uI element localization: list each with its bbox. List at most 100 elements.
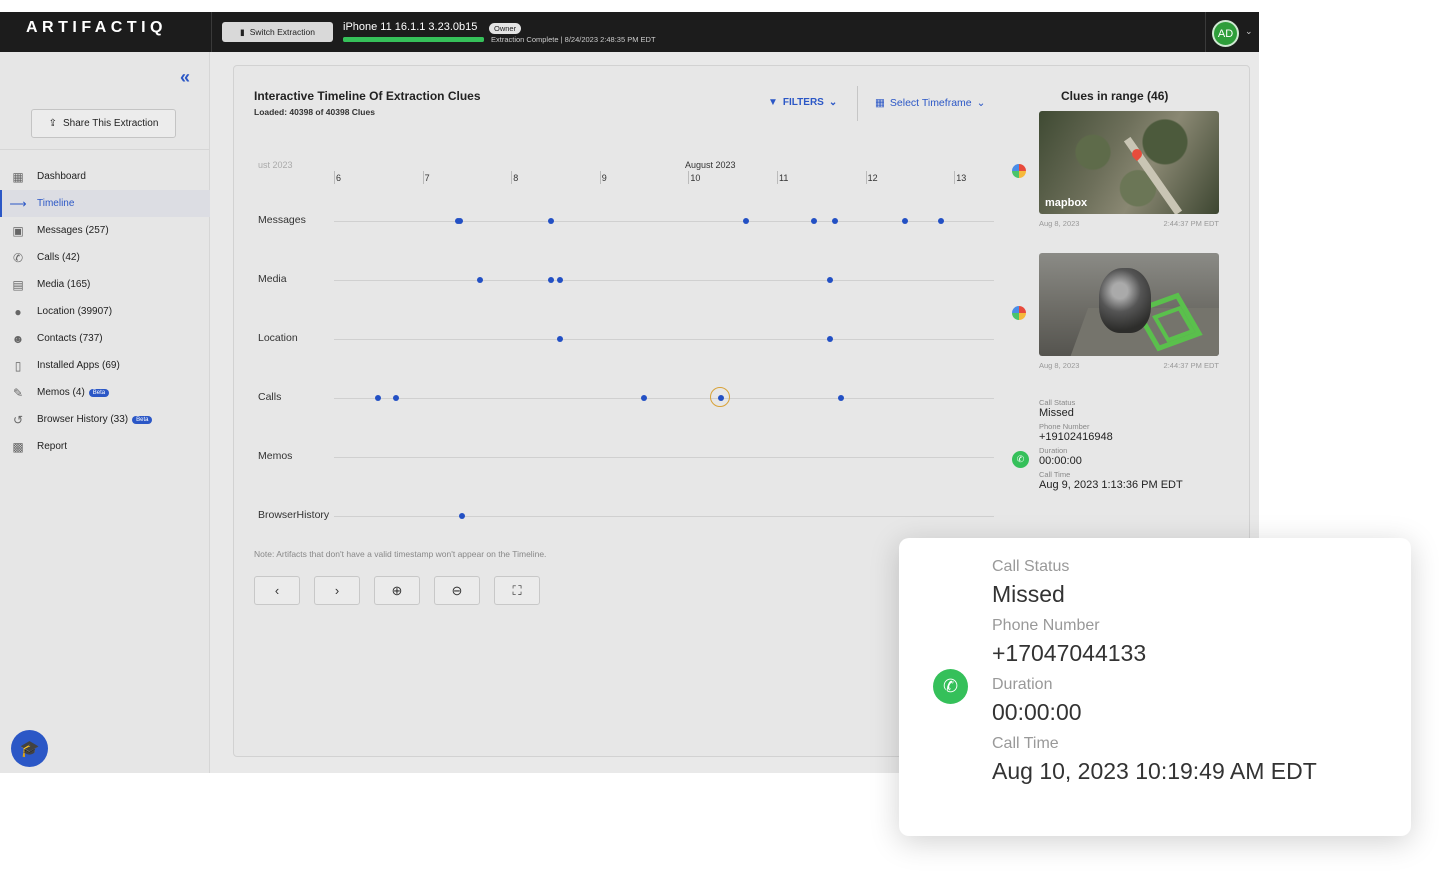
collapse-sidebar-icon[interactable]: « bbox=[180, 67, 190, 88]
timeline-point[interactable] bbox=[837, 395, 844, 401]
share-label: Share This Extraction bbox=[62, 118, 159, 129]
timeline-point[interactable] bbox=[742, 218, 749, 224]
timeline-point[interactable] bbox=[456, 218, 463, 224]
clue-time: 2:44:37 PM EDT bbox=[1163, 219, 1219, 228]
timeline-point[interactable] bbox=[393, 395, 400, 401]
timeline-point[interactable] bbox=[375, 395, 382, 401]
clue-date: Aug 8, 2023 bbox=[1039, 361, 1080, 370]
timeline-point[interactable] bbox=[548, 218, 555, 224]
panel-title: Interactive Timeline Of Extraction Clues bbox=[254, 89, 481, 103]
divider bbox=[0, 149, 210, 150]
row-label: Memos bbox=[258, 450, 293, 462]
sidebar-item-label: Timeline bbox=[37, 198, 75, 209]
switch-extraction-button[interactable]: ▮ Switch Extraction bbox=[222, 22, 333, 42]
owner-badge: Owner bbox=[489, 23, 522, 34]
axis-tick-label: 9 bbox=[601, 173, 607, 183]
zoom-out-button[interactable]: ⊖ bbox=[434, 576, 480, 605]
zoom-in-button[interactable]: ⊕ bbox=[374, 576, 420, 605]
row-label: BrowserHistory bbox=[258, 509, 330, 521]
row-label: Location bbox=[258, 332, 298, 344]
axis-tick-label: 11 bbox=[779, 173, 789, 183]
divider bbox=[211, 12, 212, 52]
row-line bbox=[334, 221, 994, 222]
sidebar-item-label: Report bbox=[37, 441, 68, 452]
fullscreen-button[interactable]: ⛶ bbox=[494, 576, 540, 605]
timeline-point[interactable] bbox=[556, 336, 563, 342]
timeline-point[interactable] bbox=[831, 218, 838, 224]
extraction-status: Extraction Complete | 8/24/2023 2:48:35 … bbox=[491, 35, 656, 44]
person-icon: ☻ bbox=[11, 331, 25, 346]
select-timeframe-button[interactable]: ▦ Select Timeframe ⌄ bbox=[875, 97, 985, 109]
timeline-point[interactable] bbox=[902, 218, 909, 224]
sidebar-item-label: Media (165) bbox=[37, 279, 91, 290]
sidebar-item-installed[interactable]: ▯ Installed Apps (69) bbox=[0, 352, 210, 379]
progress-fill bbox=[343, 37, 484, 42]
report-icon: ▩ bbox=[12, 439, 24, 454]
chevron-right-icon: › bbox=[334, 583, 340, 598]
phone-icon: ✆ bbox=[933, 669, 968, 704]
clue-photo-thumbnail[interactable] bbox=[1039, 253, 1219, 356]
next-button[interactable]: › bbox=[314, 576, 360, 605]
timeline-point[interactable] bbox=[556, 277, 563, 283]
mobile-icon: ▯ bbox=[14, 358, 22, 373]
call-status-label: Call Status bbox=[992, 558, 1070, 575]
sidebar-item-memos[interactable]: ✎ Memos (4) Beta bbox=[0, 379, 210, 406]
zoom-out-icon: ⊖ bbox=[451, 582, 463, 598]
extraction-progress-bar bbox=[343, 37, 484, 42]
pin-icon: ● bbox=[14, 304, 22, 319]
timeline-point[interactable] bbox=[548, 277, 555, 283]
timeline-chart[interactable]: ust 2023 August 2023 6 7 8 9 10 11 12 13 Message… bbox=[254, 151, 999, 531]
chevron-down-icon[interactable]: ⌄ bbox=[1245, 26, 1253, 37]
call-clue-card[interactable]: Call Status Missed Phone Number +1910241… bbox=[1039, 396, 1239, 494]
axis-tick bbox=[334, 171, 335, 184]
top-bar: ARTIFACTIQ ▮ Switch Extraction iPhone 11… bbox=[0, 12, 1259, 52]
sidebar-item-media[interactable]: ▤ Media (165) bbox=[0, 271, 210, 298]
sidebar-item-label: Messages (257) bbox=[37, 225, 109, 236]
clue-map-thumbnail[interactable]: mapbox bbox=[1039, 111, 1219, 214]
axis-tick bbox=[954, 171, 956, 184]
axis-tick bbox=[599, 171, 601, 184]
axis-tick-label: 7 bbox=[424, 173, 430, 183]
sidebar-item-report[interactable]: ▩ Report bbox=[0, 433, 210, 460]
sidebar-item-messages[interactable]: ▣ Messages (257) bbox=[0, 217, 210, 244]
loaded-count: Loaded: 40398 of 40398 Clues bbox=[254, 107, 375, 117]
timeline-point[interactable] bbox=[827, 277, 834, 283]
duration-label: Duration bbox=[1039, 446, 1068, 455]
photo-object bbox=[1099, 268, 1151, 333]
app-logo: ARTIFACTIQ bbox=[26, 19, 167, 36]
clues-in-range-title: Clues in range (46) bbox=[1061, 89, 1169, 103]
share-extraction-button[interactable]: ⇪ Share This Extraction bbox=[31, 109, 176, 138]
duration-value: 00:00:00 bbox=[1039, 455, 1082, 467]
filters-label: FILTERS bbox=[782, 97, 824, 108]
clue-date: Aug 8, 2023 bbox=[1039, 219, 1080, 228]
phone-number-label: Phone Number bbox=[992, 617, 1100, 634]
row-label: Calls bbox=[258, 391, 282, 403]
sidebar-item-timeline[interactable]: ⟶ Timeline bbox=[0, 190, 210, 217]
beta-badge: Beta bbox=[132, 415, 153, 424]
sidebar-item-location[interactable]: ● Location (39907) bbox=[0, 298, 210, 325]
map-road bbox=[1123, 136, 1183, 214]
call-status-label: Call Status bbox=[1039, 398, 1076, 407]
timeline-point[interactable] bbox=[827, 336, 834, 342]
chevron-left-icon: ‹ bbox=[274, 583, 280, 598]
sidebar-item-calls[interactable]: ✆ Calls (42) bbox=[0, 244, 210, 271]
timeline-point[interactable] bbox=[710, 387, 731, 407]
sidebar-item-contacts[interactable]: ☻ Contacts (737) bbox=[0, 325, 210, 352]
timeline-point[interactable] bbox=[937, 218, 944, 224]
filters-button[interactable]: ▼ FILTERS ⌄ bbox=[768, 97, 837, 108]
timeline-point[interactable] bbox=[811, 218, 818, 224]
sidebar-item-dashboard[interactable]: ▦ Dashboard bbox=[0, 163, 210, 190]
sidebar-item-browser[interactable]: ↺ Browser History (33) Beta bbox=[0, 406, 210, 433]
memo-icon: ✎ bbox=[12, 385, 24, 400]
user-avatar[interactable]: AD bbox=[1212, 20, 1239, 47]
timeline-point[interactable] bbox=[477, 277, 484, 283]
call-time-value: Aug 10, 2023 10:19:49 AM EDT bbox=[992, 758, 1317, 784]
call-detail-popup: ✆ Call Status Missed Phone Number +17047… bbox=[899, 538, 1411, 836]
timeline-point[interactable] bbox=[641, 395, 648, 401]
call-status-value: Missed bbox=[992, 581, 1065, 607]
row-label: Media bbox=[258, 273, 287, 285]
previous-button[interactable]: ‹ bbox=[254, 576, 300, 605]
popup-body: Call Status Missed Phone Number +1704704… bbox=[992, 558, 1317, 794]
help-graduation-icon[interactable]: 🎓 bbox=[11, 730, 48, 767]
timeline-point[interactable] bbox=[459, 513, 466, 519]
